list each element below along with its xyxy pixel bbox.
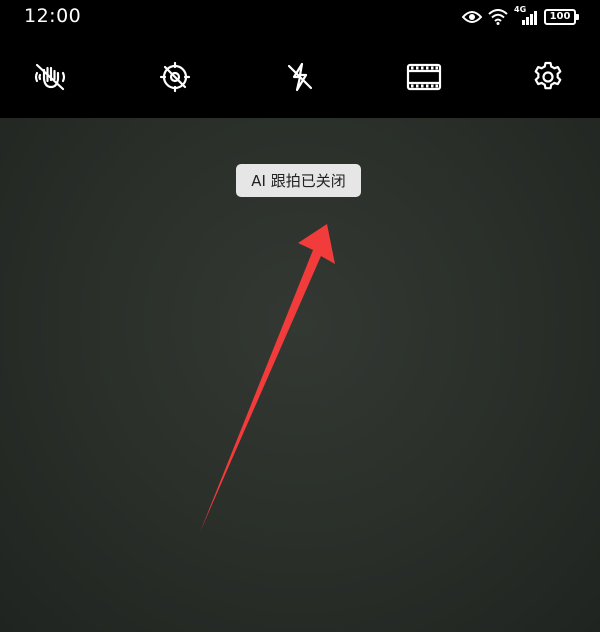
ai-tracking-toggle-button[interactable] bbox=[157, 61, 193, 97]
status-time: 12:00 bbox=[24, 5, 82, 27]
film-ratio-icon bbox=[406, 62, 442, 96]
stabilization-off-icon bbox=[33, 60, 67, 98]
flash-off-icon bbox=[283, 60, 317, 98]
toast-message: AI 跟拍已关闭 bbox=[236, 164, 361, 197]
wifi-icon bbox=[488, 9, 508, 25]
battery-icon: 100 bbox=[544, 9, 579, 25]
eye-icon bbox=[462, 10, 482, 24]
status-icons: 4G 100 bbox=[462, 5, 579, 28]
camera-screen: 12:00 4G 100 AI 跟拍已关闭 bbox=[0, 0, 600, 632]
battery-level: 100 bbox=[549, 11, 571, 22]
gear-icon bbox=[531, 60, 565, 98]
signal-4g-icon: 4G bbox=[514, 5, 538, 26]
camera-toolbar bbox=[0, 36, 600, 118]
flash-toggle-button[interactable] bbox=[282, 61, 318, 97]
video-ratio-button[interactable] bbox=[406, 61, 442, 97]
stabilization-toggle-button[interactable] bbox=[32, 61, 68, 97]
status-bar: 12:00 4G 100 bbox=[0, 0, 600, 36]
settings-button[interactable] bbox=[530, 61, 566, 97]
ai-tracking-off-icon bbox=[158, 60, 192, 98]
